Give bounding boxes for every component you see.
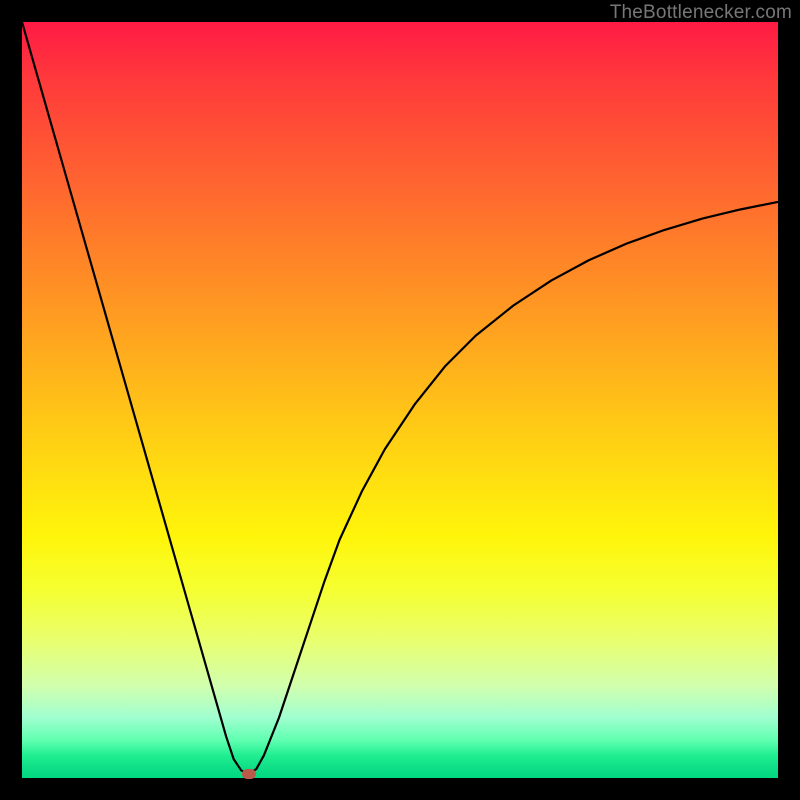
watermark-text: TheBottlenecker.com — [610, 2, 792, 24]
chart-marker-point — [242, 769, 256, 779]
chart-curve — [22, 22, 778, 778]
chart-plot-area — [22, 22, 778, 778]
chart-container: TheBottlenecker.com — [0, 0, 800, 800]
